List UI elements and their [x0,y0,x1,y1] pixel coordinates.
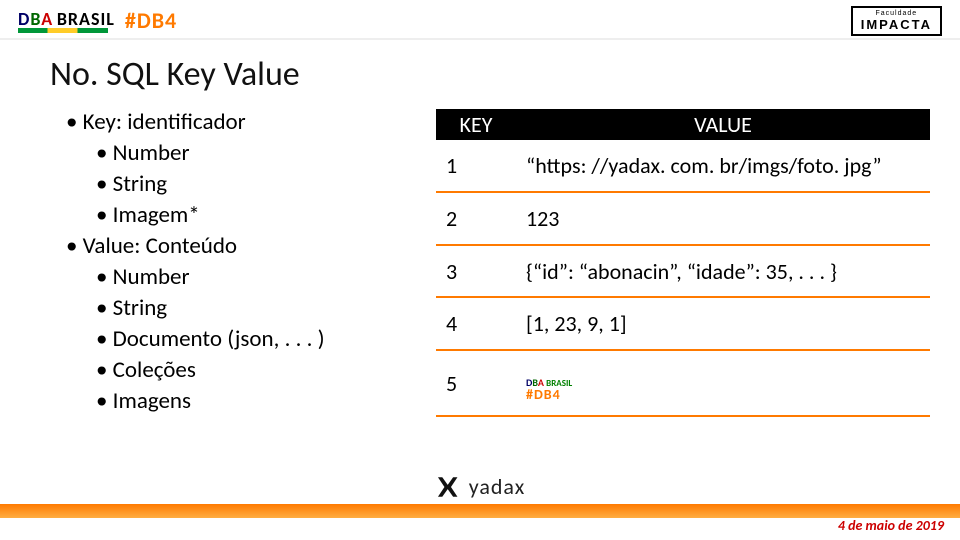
yadax-icon [435,474,461,500]
footer-brand-text: yadax [469,473,526,500]
brasil-text: BRASIL [57,8,115,30]
slide-header: DBA BRASIL #DB4 Faculdade IMPACTA [0,0,960,40]
table-row: 2123 [436,192,930,245]
db4-hashtag: #DB4 [125,7,177,34]
impacta-name: IMPACTA [861,18,932,32]
footer-date: 4 de maio de 2019 [838,517,944,534]
cell-key: 1 [436,140,516,193]
header-left: DBA BRASIL #DB4 [18,7,177,34]
footer-brand: yadax [435,473,526,500]
cell-value: “https: //yadax. com. br/imgs/foto. jpg” [516,140,930,193]
cell-value: 123 [516,192,930,245]
bullet-list: Key: identificador Number String Imagem*… [66,107,396,417]
bullet-l0: Key: identificador [66,107,396,138]
bullet-l3: Imagem* [66,200,396,231]
table-row: 3{“id”: “abonacin”, “idade”: 35, . . . } [436,245,930,298]
table-row: 4[1, 23, 9, 1] [436,297,930,350]
cell-value: [1, 23, 9, 1] [516,297,930,350]
dba-text: DBA [18,8,53,30]
impacta-logo: Faculdade IMPACTA [851,6,942,36]
table-row: 1“https: //yadax. com. br/imgs/foto. jpg… [436,140,930,193]
table-header-row: KEY VALUE [436,109,930,140]
bullet-l4: Value: Conteúdo [66,231,396,262]
dba-brasil-logo: DBA BRASIL [18,8,115,33]
table-row: 5 DBA BRASIL#DB4 [436,350,930,416]
bullet-l7: Documento (json, . . . ) [66,324,396,355]
bullet-l2: String [66,169,396,200]
cell-key: 2 [436,192,516,245]
slide-title: No. SQL Key Value [0,40,960,107]
bullet-l6: String [66,293,396,324]
bullet-l1: Number [66,138,396,169]
col-value: VALUE [516,109,930,140]
mini-dba-logo: DBA BRASIL#DB4 [526,378,572,402]
col-key: KEY [436,109,516,140]
footer-stripe [0,504,960,518]
kv-table: KEY VALUE 1“https: //yadax. com. br/imgs… [436,109,930,417]
cell-key: 5 [436,350,516,416]
cell-key: 3 [436,245,516,298]
cell-value: DBA BRASIL#DB4 [516,350,930,416]
slide-content: Key: identificador Number String Imagem*… [0,107,960,417]
cell-value: {“id”: “abonacin”, “idade”: 35, . . . } [516,245,930,298]
bullet-l8: Coleções [66,355,396,386]
bullet-l5: Number [66,262,396,293]
bullet-l9: Imagens [66,386,396,417]
cell-key: 4 [436,297,516,350]
